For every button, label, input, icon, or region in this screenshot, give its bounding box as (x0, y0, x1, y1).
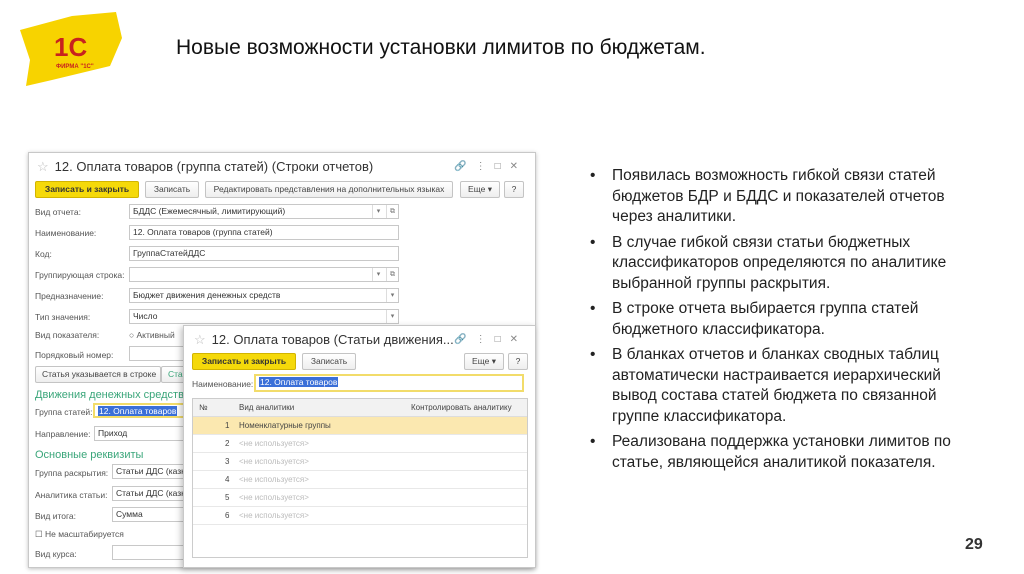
analytics-kind: <не используется> (239, 511, 309, 520)
direction-field[interactable]: Приход (94, 426, 186, 441)
analytics-kind: <не используется> (239, 439, 309, 448)
bullet-item: Реализована поддержка установки лимитов … (590, 432, 980, 473)
column-header[interactable]: Вид аналитики (239, 403, 294, 412)
slide-title: Новые возможности установки лимитов по б… (176, 36, 706, 59)
rate-type-field[interactable] (112, 545, 187, 560)
field-label: Группа раскрытия: (35, 468, 109, 478)
field-value: Число (133, 311, 158, 321)
dropdown-icon[interactable]: ▾ (372, 268, 384, 281)
save-close-button[interactable]: Записать и закрыть (192, 353, 296, 370)
table-row[interactable]: 3 <не используется> (193, 453, 527, 471)
table-header: № Вид аналитики Контролировать аналитику (193, 399, 527, 417)
table-row[interactable]: 2 <не используется> (193, 435, 527, 453)
disclosure-group-field[interactable]: Статьи ДДС (казн (112, 464, 187, 479)
field-label: Код: (35, 249, 52, 259)
code-field[interactable]: ГруппаСтатейДДС (129, 246, 399, 261)
field-label: Аналитика статьи: (35, 490, 108, 500)
analytics-kind: <не используется> (239, 457, 309, 466)
field-value: Бюджет движения денежных средств (133, 290, 281, 300)
page-number: 29 (965, 536, 983, 553)
save-button[interactable]: Записать (302, 353, 356, 370)
section-heading: Движения денежных средств (35, 389, 184, 401)
article-analytics-field[interactable]: Статьи ДДС (казн (112, 486, 187, 501)
svg-text:ФИРМА "1С": ФИРМА "1С" (56, 64, 94, 70)
analytics-kind: Номенклатурные группы (239, 421, 331, 430)
more-button[interactable]: Еще ▾ (460, 181, 500, 198)
column-header[interactable]: Контролировать аналитику (411, 403, 512, 412)
analytics-kind: <не используется> (239, 493, 309, 502)
bullet-item: Появилась возможность гибкой связи стате… (590, 166, 980, 228)
bullet-item: В строке отчета выбирается группа статей… (590, 299, 980, 340)
field-label: Тип значения: (35, 312, 91, 322)
field-label: Наименование: (35, 228, 97, 238)
row-number: 2 (225, 439, 230, 448)
tab-article-in-line[interactable]: Статья указывается в строке (35, 366, 161, 383)
total-type-field[interactable]: Сумма (112, 507, 187, 522)
more-button[interactable]: Еще ▾ (464, 353, 504, 370)
field-label: Вид итога: (35, 511, 77, 521)
open-icon[interactable]: ⧉ (386, 268, 398, 281)
field-value: БДДС (Ежемесячный, лимитирующий) (133, 206, 286, 216)
window-title: ☆ 12. Оплата товаров (Статьи движения... (194, 332, 454, 347)
table-row[interactable]: 5 <не используется> (193, 489, 527, 507)
field-label: Вид показателя: (35, 330, 100, 340)
order-field[interactable] (129, 346, 189, 361)
field-label: Вид отчета: (35, 207, 81, 217)
article-group-field[interactable]: 12. Оплата товаров (93, 403, 185, 418)
field-label: Порядковый номер: (35, 350, 114, 360)
help-button[interactable]: ? (508, 353, 528, 370)
field-label: Предназначение: (35, 291, 104, 301)
tab-other[interactable]: Ста (161, 366, 185, 383)
star-icon[interactable]: ☆ (194, 332, 206, 347)
edit-languages-button[interactable]: Редактировать представления на дополните… (205, 181, 453, 198)
no-scale-checkbox[interactable]: ☐ Не масштабируется (35, 529, 124, 540)
report-type-field[interactable]: БДДС (Ежемесячный, лимитирующий) ▾ ⧉ (129, 204, 399, 219)
table-row[interactable]: 1 Номенклатурные группы (193, 417, 527, 435)
value-type-field[interactable]: Число ▾ (129, 309, 399, 324)
row-number: 6 (225, 511, 230, 520)
analytics-kind: <не используется> (239, 475, 309, 484)
cash-articles-window: ☆ 12. Оплата товаров (Статьи движения... … (183, 325, 536, 568)
name-field[interactable]: 12. Оплата товаров (группа статей) (129, 225, 399, 240)
window-controls[interactable]: 🔗⋮□✕ (454, 161, 527, 172)
save-button[interactable]: Записать (145, 181, 199, 198)
name-field[interactable]: 12. Оплата товаров (254, 374, 524, 392)
save-close-button[interactable]: Записать и закрыть (35, 181, 139, 198)
analytics-table: № Вид аналитики Контролировать аналитику… (192, 398, 528, 558)
svg-text:1С: 1С (54, 32, 87, 62)
row-number: 1 (225, 421, 230, 430)
grouping-line-field[interactable]: ▾ ⧉ (129, 267, 399, 282)
window-title: ☆ 12. Оплата товаров (группа статей) (Стр… (37, 159, 374, 174)
help-button[interactable]: ? (504, 181, 524, 198)
row-number: 3 (225, 457, 230, 466)
bullet-list: Появилась возможность гибкой связи стате… (590, 166, 980, 478)
table-row[interactable]: 4 <не используется> (193, 471, 527, 489)
1c-logo: 1С ФИРМА "1С" (12, 8, 124, 86)
field-label: Группа статей: (35, 407, 93, 417)
dropdown-icon[interactable]: ▾ (386, 289, 398, 302)
row-number: 5 (225, 493, 230, 502)
open-icon[interactable]: ⧉ (386, 205, 398, 218)
field-label: Группирующая строка: (35, 270, 125, 280)
field-label: Вид курса: (35, 549, 77, 559)
bullet-item: В бланках отчетов и бланках сводных табл… (590, 345, 980, 427)
section-heading: Основные реквизиты (35, 449, 144, 461)
table-row[interactable]: 6 <не используется> (193, 507, 527, 525)
bullet-item: В случае гибкой связи статьи бюджетных к… (590, 233, 980, 295)
column-header[interactable]: № (199, 403, 208, 412)
star-icon[interactable]: ☆ (37, 159, 49, 174)
window-controls[interactable]: 🔗⋮□✕ (454, 334, 527, 345)
dropdown-icon[interactable]: ▾ (386, 310, 398, 323)
dropdown-icon[interactable]: ▾ (372, 205, 384, 218)
field-label: Направление: (35, 429, 91, 439)
field-label: Наименование: (192, 379, 254, 389)
active-radio[interactable]: ○ Активный (129, 330, 175, 340)
purpose-field[interactable]: Бюджет движения денежных средств ▾ (129, 288, 399, 303)
row-number: 4 (225, 475, 230, 484)
